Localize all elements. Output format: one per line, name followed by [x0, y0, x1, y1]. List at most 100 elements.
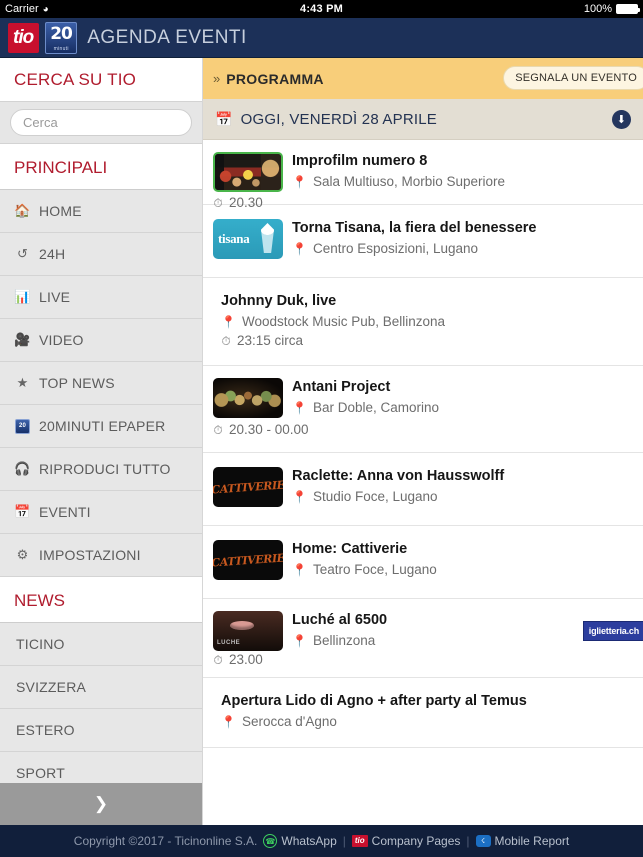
clock-icon: ⏱: [221, 333, 231, 348]
company-pages-label: Company Pages: [371, 834, 461, 848]
battery-percent-label: 100%: [583, 3, 612, 15]
ios-status-bar: Carrier ◕ 4:43 PM 100%: [0, 0, 643, 18]
location-pin-icon: 📍: [292, 633, 307, 648]
sidebar-search-title: CERCA SU TIO: [0, 58, 202, 101]
tio-icon: tio: [351, 835, 368, 847]
list-item[interactable]: Improfilm numero 8 📍 Sala Multiuso, Morb…: [203, 140, 643, 210]
location-pin-icon: 📍: [292, 400, 307, 415]
list-item[interactable]: Torna Tisana, la fiera del benessere 📍 C…: [203, 205, 643, 278]
page-title: AGENDA EVENTI: [87, 26, 247, 48]
location-pin-icon: 📍: [292, 562, 307, 577]
event-venue: 📍 Serocca d'Agno: [221, 712, 629, 732]
location-pin-icon: 📍: [221, 315, 236, 330]
event-venue: 📍 Studio Foce, Lugano: [292, 487, 629, 507]
location-pin-icon: 📍: [292, 489, 307, 504]
event-thumbnail: [213, 152, 283, 192]
sidebar-item-epaper[interactable]: 20 20MINUTI EPAPER: [0, 405, 202, 448]
history-icon: ↺: [16, 246, 29, 261]
event-body: Johnny Duk, live 📍 Woodstock Music Pub, …: [221, 292, 629, 349]
list-item[interactable]: Antani Project 📍 Bar Doble, Camorino ⏱ 2…: [203, 366, 643, 453]
list-item[interactable]: Johnny Duk, live 📍 Woodstock Music Pub, …: [203, 278, 643, 366]
status-bar-right: 100%: [583, 3, 640, 15]
footer-separator: |: [466, 834, 470, 848]
list-item[interactable]: Home: Cattiverie 📍 Teatro Foce, Lugano: [203, 526, 643, 599]
list-item[interactable]: Luché al 6500 📍 Bellinzona ⏱ 23.00 iglie…: [203, 599, 643, 678]
report-event-button[interactable]: SEGNALA UN EVENTO: [503, 66, 643, 90]
date-bar[interactable]: 📅 OGGI, VENERDÌ 28 APRILE ⬇: [203, 99, 643, 140]
sidebar-item-impostazioni[interactable]: ⚙ IMPOSTAZIONI: [0, 534, 202, 577]
location-pin-icon: 📍: [292, 175, 307, 190]
event-thumbnail: [213, 610, 283, 651]
clock-icon: ⏱: [213, 652, 223, 667]
event-title: Home: Cattiverie: [292, 540, 408, 557]
search-box[interactable]: 🔍: [10, 109, 192, 136]
event-venue-label: Serocca d'Agno: [241, 713, 337, 729]
sidebar-item-label: HOME: [39, 203, 82, 219]
event-venue: 📍 Centro Esposizioni, Lugano: [292, 239, 629, 259]
event-time: ⏱ 23:15 circa: [221, 333, 629, 349]
location-pin-icon: 📍: [221, 714, 236, 729]
app-header: tio 20 minuti AGENDA EVENTI: [0, 18, 643, 58]
calendar-icon: 📅: [215, 110, 233, 127]
event-title: Torna Tisana, la fiera del benessere: [292, 220, 537, 236]
sidebar-item-label: TOP NEWS: [39, 375, 115, 391]
sidebar-item-video[interactable]: 🎥 VIDEO: [0, 319, 202, 362]
sidebar-item-ticino[interactable]: TICINO: [0, 623, 202, 666]
bar-chart-icon: 📊: [14, 289, 31, 304]
whatsapp-label: WhatsApp: [281, 834, 337, 848]
event-body: Apertura Lido di Agno + after party al T…: [221, 692, 629, 732]
events-list: Improfilm numero 8 📍 Sala Multiuso, Morb…: [203, 140, 643, 825]
calendar-icon: 📅: [14, 504, 31, 519]
event-venue-label: Woodstock Music Pub, Bellinzona: [241, 314, 446, 330]
sidebar-item-label: IMPOSTAZIONI: [39, 547, 141, 563]
event-body: Raclette: Anna von Hausswolff 📍 Studio F…: [292, 467, 629, 507]
sidebar-item-svizzera[interactable]: SVIZZERA: [0, 666, 202, 709]
sidebar-item-live[interactable]: 📊 LIVE: [0, 276, 202, 319]
event-title: Apertura Lido di Agno + after party al T…: [221, 692, 527, 709]
20minuti-logo[interactable]: 20 minuti: [45, 21, 78, 54]
mobile-report-link[interactable]: ☇ Mobile Report: [475, 834, 570, 848]
event-venue: 📍 Bellinzona: [292, 631, 629, 651]
programma-bar: » PROGRAMMA SEGNALA UN EVENTO: [203, 58, 643, 99]
company-pages-link[interactable]: tio Company Pages: [351, 834, 461, 848]
clock-icon: ⏱: [213, 422, 223, 437]
list-item[interactable]: Raclette: Anna von Hausswolff 📍 Studio F…: [203, 453, 643, 526]
list-item[interactable]: Apertura Lido di Agno + after party al T…: [203, 678, 643, 749]
chevron-down-icon: ❯: [93, 794, 109, 813]
whatsapp-icon: ☎: [263, 834, 278, 848]
search-input[interactable]: [11, 110, 191, 135]
sidebar-item-eventi[interactable]: 📅 EVENTI: [0, 491, 202, 534]
sidebar-item-24h[interactable]: ↺ 24H: [0, 233, 202, 276]
event-title: Luché al 6500: [292, 611, 388, 628]
sidebar-section-title-news: NEWS: [0, 577, 202, 623]
location-pin-icon: 📍: [292, 242, 307, 257]
sidebar-item-riproduci-tutto[interactable]: 🎧 RIPRODUCI TUTTO: [0, 448, 202, 491]
event-title: Improfilm numero 8: [292, 153, 428, 169]
whatsapp-link[interactable]: ☎ WhatsApp: [263, 834, 337, 848]
sidebar: CERCA SU TIO 🔍 PRINCIPALI 🏠 HOME ↺ 24H: [0, 58, 203, 825]
ticket-badge[interactable]: iglietteria.ch: [582, 620, 643, 641]
event-time-label: 20.30 - 00.00: [229, 421, 309, 437]
20minuti-logo-number: 20: [50, 23, 73, 44]
chat-icon: ☇: [475, 835, 491, 847]
tio-logo[interactable]: tio: [8, 22, 40, 53]
event-time: ⏱ 20.30 - 00.00: [213, 421, 309, 438]
app-root: Carrier ◕ 4:43 PM 100% tio 20 minuti AGE…: [0, 0, 643, 857]
sidebar-section-title-principali: PRINCIPALI: [0, 144, 202, 190]
mobile-report-label: Mobile Report: [494, 834, 570, 848]
sidebar-item-label: VIDEO: [39, 332, 84, 348]
event-title: Antani Project: [292, 378, 391, 395]
event-thumbnail: [213, 466, 283, 507]
programma-title: PROGRAMMA: [226, 70, 324, 87]
sidebar-item-estero[interactable]: ESTERO: [0, 709, 202, 752]
sidebar-item-top-news[interactable]: ★ TOP NEWS: [0, 362, 202, 405]
event-venue-label: Sala Multiuso, Morbio Superiore: [312, 174, 506, 190]
sidebar-expand-button[interactable]: ❯: [0, 783, 202, 825]
sidebar-item-home[interactable]: 🏠 HOME: [0, 190, 202, 233]
sidebar-item-label: 20MINUTI EPAPER: [39, 418, 166, 434]
date-label: OGGI, VENERDÌ 28 APRILE: [240, 110, 437, 128]
download-circle-icon[interactable]: ⬇: [612, 109, 631, 129]
main-panel: » PROGRAMMA SEGNALA UN EVENTO 📅 OGGI, VE…: [203, 58, 643, 825]
sidebar-item-label: SVIZZERA: [16, 679, 87, 695]
video-camera-icon: 🎥: [14, 332, 31, 347]
